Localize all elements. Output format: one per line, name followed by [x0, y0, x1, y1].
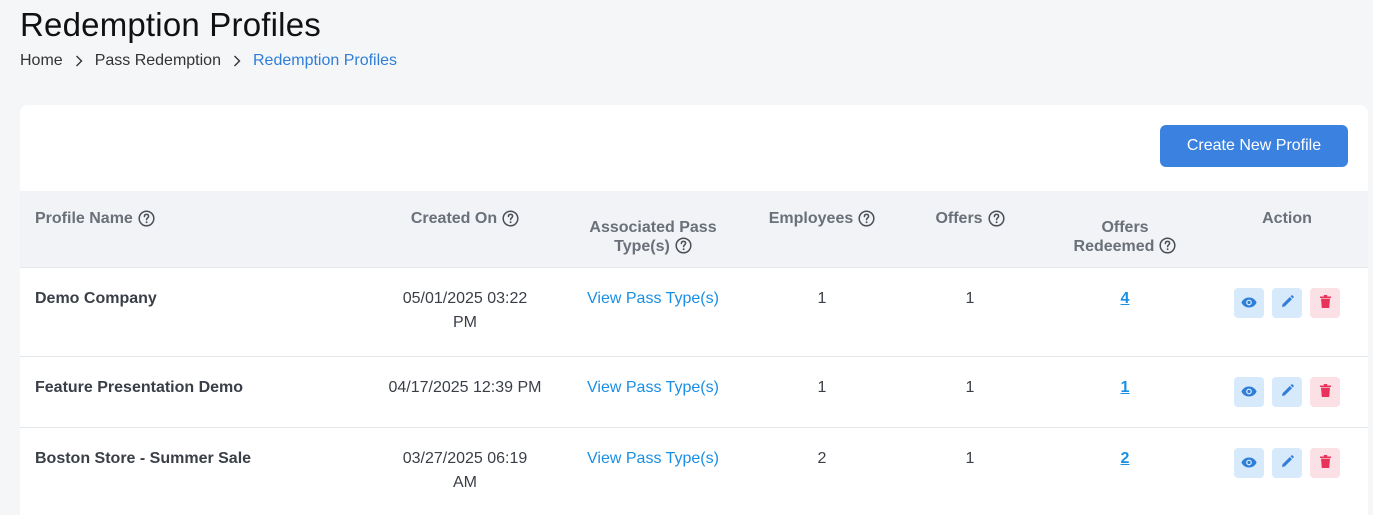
profile-name: Feature Presentation Demo: [35, 379, 244, 396]
eye-icon: [1241, 296, 1257, 311]
help-circle-icon[interactable]: [1159, 237, 1177, 259]
delete-button[interactable]: [1310, 377, 1340, 407]
delete-button[interactable]: [1310, 448, 1340, 478]
chevron-right-icon: [233, 55, 241, 67]
breadcrumb-pass-redemption[interactable]: Pass Redemption: [95, 52, 221, 70]
page-title: Redemption Profiles: [20, 6, 321, 43]
profiles-card: Create New Profile Profile Name Created …: [20, 105, 1368, 515]
table-row: Demo Company 05/01/2025 03:22 PM View Pas…: [20, 268, 1368, 357]
column-offers-redeemed: Offers Redeemed: [1055, 191, 1195, 268]
column-created-on: Created On: [365, 191, 565, 268]
edit-button[interactable]: [1272, 377, 1302, 407]
view-button[interactable]: [1234, 377, 1264, 407]
table-header: Profile Name Created On Associated Pass …: [20, 191, 1368, 268]
help-circle-icon[interactable]: [858, 210, 875, 232]
help-circle-icon[interactable]: [675, 237, 692, 259]
view-pass-types-link[interactable]: View Pass Type(s): [573, 287, 733, 311]
row-actions: [1234, 377, 1340, 407]
offers-redeemed-link[interactable]: 4: [1055, 287, 1195, 311]
profile-name: Demo Company: [35, 290, 157, 307]
employees-count: 1: [817, 290, 827, 307]
employees-count: 2: [817, 450, 827, 467]
help-circle-icon[interactable]: [988, 210, 1005, 232]
offers-redeemed-link[interactable]: 1: [1055, 376, 1195, 400]
created-on: 04/17/2025 12:39 PM: [388, 379, 542, 396]
eye-icon: [1241, 456, 1257, 471]
view-pass-types-link[interactable]: View Pass Type(s): [573, 447, 733, 471]
delete-button[interactable]: [1310, 288, 1340, 318]
column-action: Action: [1262, 210, 1312, 227]
table-row: Feature Presentation Demo 04/17/2025 12:…: [20, 357, 1368, 428]
view-button[interactable]: [1234, 448, 1264, 478]
edit-button[interactable]: [1272, 288, 1302, 318]
offers-count: 1: [965, 379, 975, 396]
trash-icon: [1319, 455, 1331, 471]
row-actions: [1234, 448, 1340, 478]
breadcrumb: Home Pass Redemption Redemption Profiles: [20, 52, 397, 70]
create-new-profile-button[interactable]: Create New Profile: [1160, 125, 1348, 167]
pencil-icon: [1281, 384, 1294, 400]
trash-icon: [1319, 384, 1331, 400]
row-actions: [1234, 288, 1340, 318]
eye-icon: [1241, 385, 1257, 400]
help-circle-icon[interactable]: [502, 210, 519, 232]
offers-redeemed-link[interactable]: 2: [1055, 447, 1195, 471]
column-employees: Employees: [750, 191, 894, 268]
breadcrumb-home[interactable]: Home: [20, 52, 63, 70]
view-button[interactable]: [1234, 288, 1264, 318]
pencil-icon: [1281, 455, 1294, 471]
column-associated-pass-types: Associated Pass Type(s): [573, 191, 733, 268]
help-circle-icon[interactable]: [138, 210, 155, 232]
offers-count: 1: [965, 450, 975, 467]
trash-icon: [1319, 295, 1331, 311]
breadcrumb-current: Redemption Profiles: [252, 52, 398, 69]
profile-name: Boston Store - Summer Sale: [35, 450, 252, 467]
edit-button[interactable]: [1272, 448, 1302, 478]
created-on: 05/01/2025 03:22 PM: [402, 290, 528, 331]
pencil-icon: [1281, 295, 1294, 311]
created-on: 03/27/2025 06:19 AM: [402, 450, 528, 491]
column-profile-name: Profile Name: [35, 191, 335, 268]
offers-count: 1: [965, 290, 975, 307]
view-pass-types-link[interactable]: View Pass Type(s): [573, 376, 733, 400]
chevron-right-icon: [75, 55, 83, 67]
table-row: Boston Store - Summer Sale 03/27/2025 06…: [20, 428, 1368, 515]
employees-count: 1: [817, 379, 827, 396]
column-offers: Offers: [900, 191, 1040, 268]
